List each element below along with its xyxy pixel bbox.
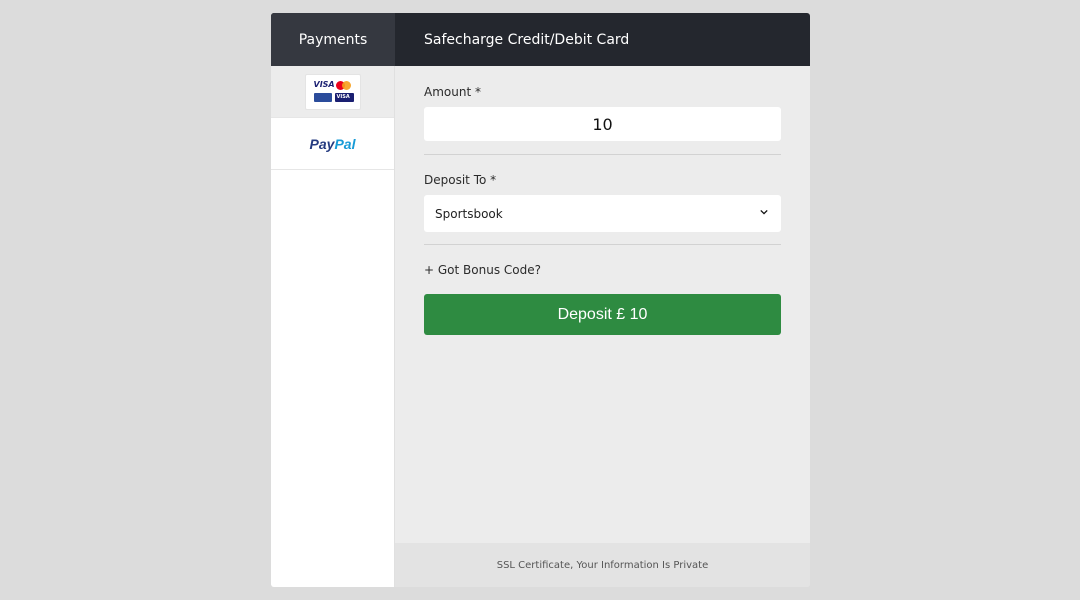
- visa-mastercard-icon: VISA: [304, 73, 361, 110]
- sidebar-item-cards[interactable]: VISA: [271, 66, 394, 118]
- deposit-to-select[interactable]: Sportsbook: [424, 195, 781, 232]
- payment-panel: Payments Safecharge Credit/Debit Card VI…: [271, 13, 810, 587]
- deposit-button[interactable]: Deposit £ 10: [424, 294, 781, 335]
- paypal-icon: PayPal: [309, 135, 356, 152]
- deposit-to-value: Sportsbook: [435, 206, 503, 221]
- ssl-footer: SSL Certificate, Your Information Is Pri…: [395, 543, 810, 587]
- amount-label: Amount *: [424, 85, 481, 99]
- bonus-code-link[interactable]: + Got Bonus Code?: [424, 263, 541, 277]
- sidebar-item-paypal[interactable]: PayPal: [271, 118, 394, 170]
- amount-input[interactable]: [424, 107, 781, 141]
- deposit-to-label: Deposit To *: [424, 173, 497, 187]
- chevron-down-icon: [760, 209, 768, 215]
- payment-method-title: Safecharge Credit/Debit Card: [424, 31, 630, 48]
- divider: [424, 154, 781, 155]
- divider: [424, 244, 781, 245]
- payment-header: Payments Safecharge Credit/Debit Card: [271, 13, 810, 66]
- payment-methods-sidebar: VISA PayPal: [271, 66, 395, 587]
- payments-tab[interactable]: Payments: [271, 13, 395, 66]
